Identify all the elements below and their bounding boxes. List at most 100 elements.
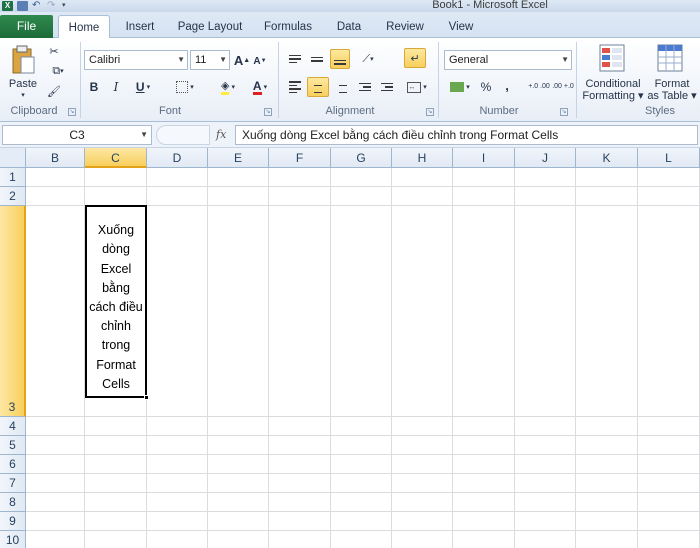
row-gridline [26,416,700,417]
copy-icon[interactable]: ⧉ ▾ [46,63,70,79]
column-gridline [637,168,638,548]
row-header-10[interactable]: 10 [0,531,26,548]
row-gridline [26,492,700,493]
tab-home[interactable]: Home [58,15,110,39]
row-header-5[interactable]: 5 [0,436,26,455]
conditional-formatting-icon[interactable] [598,43,626,73]
increase-indent-button[interactable] [378,78,396,96]
align-top-button[interactable] [286,50,304,68]
paste-label[interactable]: Paste [6,78,40,90]
name-box[interactable]: C3 ▼ [2,125,152,145]
cell-c3-line: bằng [102,280,130,295]
formula-input[interactable]: Xuống dòng Excel bằng cách điều chỉnh tr… [235,125,698,145]
row-header-6[interactable]: 6 [0,455,26,474]
cut-icon[interactable]: ✂ [46,43,62,59]
bold-button[interactable]: B [86,78,102,96]
grow-font-button[interactable]: A ▲ [234,51,250,69]
fill-color-button[interactable]: ◈ ▾ [214,78,242,96]
cell-c3-line: Format [96,357,136,372]
tab-view[interactable]: View [440,15,482,38]
title-bar: X ↶ ↷ ▾ Book1 - Microsoft Excel [0,0,700,12]
tab-file[interactable]: File [0,15,53,38]
alignment-launcher-icon[interactable]: ↘ [426,108,434,116]
merge-center-button[interactable]: ↔ ▾ [404,78,430,96]
format-painter-icon[interactable]: 🖌 [46,83,62,99]
chevron-down-icon: ▼ [177,55,185,64]
worksheet-grid[interactable]: BCDEFGHIJKL 1234567891011 XuốngdòngExcel… [0,148,700,548]
decrease-decimal-button[interactable]: .00 +.0 [552,76,574,98]
tab-insert[interactable]: Insert [118,15,162,38]
name-box-value: C3 [69,128,85,142]
font-launcher-icon[interactable]: ↘ [264,108,272,116]
font-name-combo[interactable]: Calibri ▼ [84,50,188,70]
number-launcher-icon[interactable]: ↘ [560,108,568,116]
format-as-table-button[interactable]: Format as Table ▾ [646,78,698,102]
paste-icon [12,45,35,74]
fill-handle[interactable] [144,395,149,400]
align-left-button[interactable] [286,78,304,96]
column-header-h[interactable]: H [392,148,453,168]
conditional-formatting-button[interactable]: Conditional Formatting ▾ [580,78,646,102]
underline-button[interactable]: U ▾ [130,78,156,96]
wrap-text-button[interactable]: ↵ [404,48,426,68]
column-header-j[interactable]: J [515,148,576,168]
row-header-3[interactable]: 3 [0,206,26,417]
column-header-c[interactable]: C [85,148,147,168]
increase-decimal-button[interactable]: +.0 .00 [528,76,550,98]
italic-button[interactable]: I [108,78,124,96]
column-header-e[interactable]: E [208,148,269,168]
row-gridline [26,530,700,531]
tab-page-layout[interactable]: Page Layout [172,15,248,38]
cell-c3-line: Xuống [97,223,135,238]
row-header-4[interactable]: 4 [0,417,26,436]
select-all-corner[interactable] [0,148,26,168]
row-header-2[interactable]: 2 [0,187,26,206]
formula-bar-divider[interactable] [156,125,210,145]
accounting-format-button[interactable]: ▾ [446,78,474,96]
number-format-combo[interactable]: General ▼ [444,50,572,70]
font-color-button[interactable]: A ▾ [246,78,274,96]
decrease-indent-button[interactable] [356,78,374,96]
align-middle-button[interactable] [308,50,326,68]
borders-button[interactable]: ▾ [172,78,198,96]
align-bottom-button[interactable] [330,49,350,69]
align-right-button[interactable] [332,78,350,96]
tab-formulas[interactable]: Formulas [258,15,318,38]
font-size-combo[interactable]: 11 ▼ [190,50,230,70]
percent-button[interactable]: % [478,78,494,96]
row-gridline [26,454,700,455]
format-as-table-icon[interactable] [656,43,684,73]
cell-c3[interactable]: Xuống dòng Excel bằng cách điều chỉnh trong For… [85,205,147,398]
column-header-l[interactable]: L [638,148,700,168]
insert-function-icon[interactable]: fx [216,128,226,141]
row-header-1[interactable]: 1 [0,168,26,187]
alignment-group-label: Alignment [325,105,375,117]
borders-icon [176,81,189,93]
tab-data[interactable]: Data [328,15,370,38]
paste-button[interactable] [6,42,40,78]
column-header-g[interactable]: G [331,148,392,168]
column-header-f[interactable]: F [269,148,331,168]
row-header-7[interactable]: 7 [0,474,26,493]
window-title: Book1 - Microsoft Excel [432,0,548,11]
clipboard-launcher-icon[interactable]: ↘ [68,108,76,116]
row-header-9[interactable]: 9 [0,512,26,531]
tab-review[interactable]: Review [380,15,430,38]
orientation-button[interactable]: ⟋ ▾ [356,50,380,68]
paste-dropdown-icon[interactable]: ▾ [6,90,40,102]
column-header-b[interactable]: B [26,148,85,168]
chevron-down-icon: ▼ [219,55,227,64]
shrink-font-button[interactable]: A ▼ [252,52,268,70]
comma-button[interactable]: , [500,76,514,94]
column-gridline [268,168,269,548]
cell-c3-text: Xuống dòng Excel bằng cách điều chỉnh trong For… [87,221,145,394]
column-gridline [391,168,392,548]
chevron-down-icon: ▼ [140,130,148,139]
column-header-k[interactable]: K [576,148,638,168]
clipboard-group-label: Clipboard [10,105,58,117]
column-gridline [207,168,208,548]
column-header-i[interactable]: I [453,148,515,168]
align-center-button[interactable] [307,77,329,97]
row-header-8[interactable]: 8 [0,493,26,512]
column-header-d[interactable]: D [147,148,208,168]
